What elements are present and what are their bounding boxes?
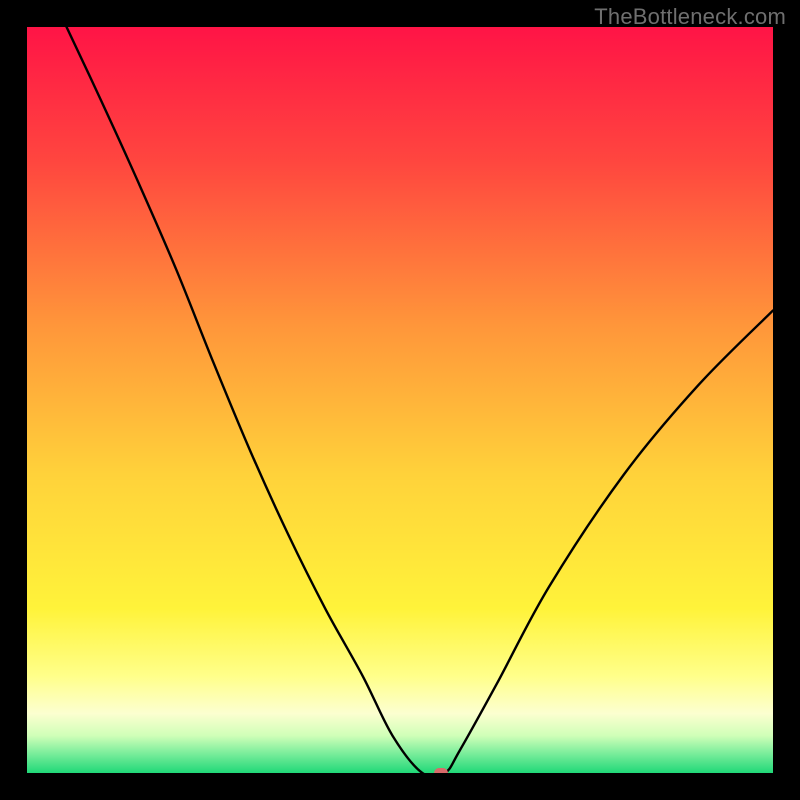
bottleneck-chart [27, 27, 773, 773]
plot-area [27, 27, 773, 773]
watermark-label: TheBottleneck.com [594, 4, 786, 30]
chart-frame: TheBottleneck.com [0, 0, 800, 800]
gradient-background [27, 27, 773, 773]
